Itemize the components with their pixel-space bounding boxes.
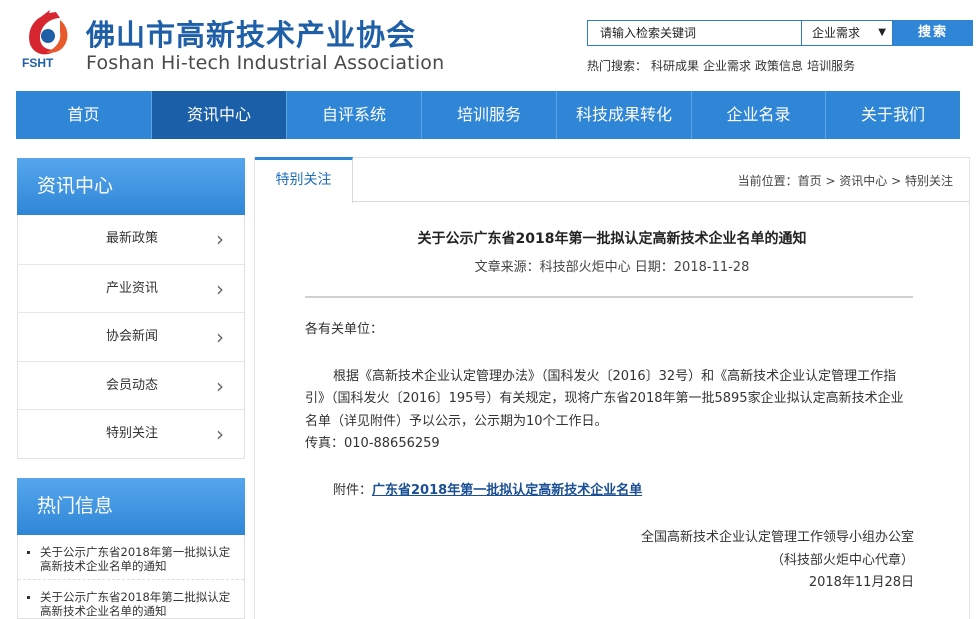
hot-search-term[interactable]: 科研成果 bbox=[651, 59, 699, 73]
sidebar-item-label: 产业资讯 bbox=[106, 280, 159, 296]
sidebar-item-industry-news[interactable]: 产业资讯 › bbox=[18, 263, 244, 313]
org-name-cn: 佛山市高新技术产业协会 bbox=[86, 18, 417, 52]
article-body-line: 根据《高新技术企业认定管理办法》（国科发火〔2016〕32号）和《高新技术企业认… bbox=[333, 369, 897, 384]
signature-proxy: （科技部火炬中心代章） bbox=[770, 553, 914, 568]
header: FSHT 佛山市高新技术产业协会 Foshan Hi-tech Industri… bbox=[0, 0, 976, 90]
search-input[interactable]: 请输入检索关键词 bbox=[587, 20, 801, 46]
attachment-link[interactable]: 广东省2018年第一批拟认定高新技术企业名单 bbox=[372, 483, 642, 498]
breadcrumb: 当前位置：首页 > 资讯中心 > 特别关注 bbox=[737, 174, 953, 188]
tab-bar: 特别关注 当前位置：首页 > 资讯中心 > 特别关注 bbox=[255, 157, 969, 203]
nav-item-tech-transfer[interactable]: 科技成果转化 bbox=[557, 91, 692, 139]
chevron-right-icon: › bbox=[216, 422, 224, 447]
nav-item-training[interactable]: 培训服务 bbox=[422, 91, 557, 139]
hot-info-item[interactable]: 关于公示广东省2018年第二批拟认定高新技术企业名单的通知 bbox=[18, 580, 244, 618]
sidebar-item-label: 会员动态 bbox=[106, 377, 159, 393]
nav-item-about[interactable]: 关于我们 bbox=[826, 91, 960, 139]
nav-item-home[interactable]: 首页 bbox=[16, 91, 152, 139]
divider bbox=[305, 296, 913, 298]
article-attachment: 附件：广东省2018年第一批拟认定高新技术企业名单 bbox=[333, 479, 642, 503]
hot-search-term[interactable]: 企业需求 bbox=[703, 59, 751, 73]
article-body-line: 名单（详见附件）予以公示，公示期为10个工作日。 bbox=[305, 414, 608, 429]
search-category-select[interactable]: 企业需求 ▼ bbox=[801, 20, 893, 46]
main-nav: 首页 资讯中心 自评系统 培训服务 科技成果转化 企业名录 关于我们 bbox=[16, 91, 960, 139]
article-title: 关于公示广东省2018年第一批拟认定高新技术企业名单的通知 bbox=[417, 231, 807, 247]
sidebar-item-association-news[interactable]: 协会新闻 › bbox=[18, 312, 244, 361]
sidebar-item-member-updates[interactable]: 会员动态 › bbox=[18, 360, 244, 410]
nav-item-directory[interactable]: 企业名录 bbox=[692, 91, 826, 139]
dropdown-arrow-icon: ▼ bbox=[878, 27, 886, 38]
hot-info-list: 关于公示广东省2018年第一批拟认定高新技术企业名单的通知 关于公示广东省201… bbox=[17, 535, 245, 619]
attachment-label: 附件： bbox=[333, 483, 373, 498]
signature-date: 2018年11月28日 bbox=[808, 575, 914, 590]
article-salutation: 各有关单位： bbox=[305, 322, 384, 337]
sidebar-title: 资讯中心 bbox=[17, 158, 245, 215]
sidebar-item-label: 最新政策 bbox=[106, 231, 159, 246]
hot-search: 热门搜索： 科研成果 企业需求 政策信息 培训服务 bbox=[587, 57, 859, 74]
sidebar-list: 最新政策 › 产业资讯 › 协会新闻 › 会员动态 › 特别关注 › bbox=[17, 215, 245, 459]
sidebar-item-label: 特别关注 bbox=[106, 426, 159, 442]
main-content: 特别关注 当前位置：首页 > 资讯中心 > 特别关注 关于公示广东省2018年第… bbox=[254, 157, 970, 619]
chevron-right-icon: › bbox=[216, 276, 224, 301]
hot-search-label: 热门搜索： bbox=[587, 59, 648, 73]
fsht-logo-icon[interactable]: FSHT bbox=[20, 8, 76, 78]
article-meta: 文章来源：科技部火炬中心 日期：2018-11-28 bbox=[474, 260, 750, 275]
sidebar-item-latest-policy[interactable]: 最新政策 › bbox=[18, 215, 244, 264]
logo-abbr: FSHT bbox=[22, 56, 54, 70]
search-button[interactable]: 搜索 bbox=[893, 20, 973, 46]
article-fax: 传真：010-88656259 bbox=[305, 436, 440, 451]
chevron-right-icon: › bbox=[216, 227, 224, 251]
chevron-right-icon: › bbox=[216, 325, 224, 350]
tab-special-focus[interactable]: 特别关注 bbox=[255, 157, 353, 203]
signature-org: 全国高新技术企业认定管理工作领导小组办公室 bbox=[640, 530, 914, 545]
hot-search-term[interactable]: 培训服务 bbox=[807, 59, 855, 73]
nav-item-self-assessment[interactable]: 自评系统 bbox=[287, 91, 422, 139]
nav-item-news-center[interactable]: 资讯中心 bbox=[152, 91, 287, 139]
sidebar-item-special-focus[interactable]: 特别关注 › bbox=[18, 409, 244, 458]
hot-info-title: 热门信息 bbox=[17, 478, 245, 535]
hot-search-term[interactable]: 政策信息 bbox=[755, 59, 803, 73]
hot-info-item[interactable]: 关于公示广东省2018年第一批拟认定高新技术企业名单的通知 bbox=[18, 535, 244, 580]
chevron-right-icon: › bbox=[216, 373, 224, 398]
search-category-value: 企业需求 bbox=[812, 26, 861, 40]
article-body-line: 引》（国科发火〔2016〕195号）有关规定，现将广东省2018年第一批5895… bbox=[305, 391, 904, 406]
sidebar-item-label: 协会新闻 bbox=[106, 329, 159, 345]
org-name-en: Foshan Hi-tech Industrial Association bbox=[86, 52, 445, 74]
